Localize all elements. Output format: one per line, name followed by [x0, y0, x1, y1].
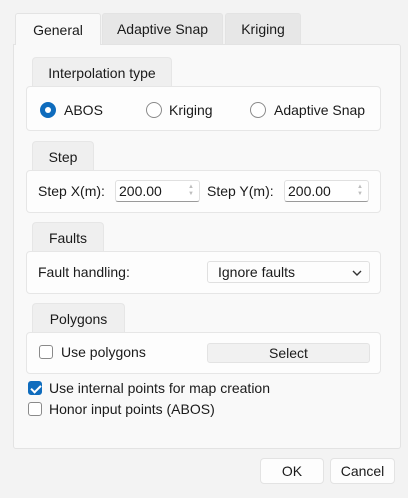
cancel-button[interactable]: Cancel — [330, 458, 395, 484]
fault-handling-value: Ignore faults — [218, 264, 296, 280]
tab-label: Adaptive Snap — [116, 21, 209, 37]
tab-kriging[interactable]: Kriging — [225, 13, 301, 44]
polygons-group-title: Polygons — [49, 311, 108, 327]
adaptive-snap-radio-label[interactable]: Adaptive Snap — [274, 101, 365, 119]
kriging-radio-label[interactable]: Kriging — [169, 101, 213, 119]
step-x-label: Step X(m): — [38, 183, 105, 199]
step-x-value: 200.00 — [119, 183, 162, 199]
chevron-down-icon — [352, 270, 362, 276]
spin-arrows-icon[interactable]: ▲ ▼ — [356, 184, 364, 198]
interpolation-group-title: Interpolation type — [48, 65, 156, 81]
fault-handling-label: Fault handling: — [38, 264, 130, 280]
tab-label: Kriging — [241, 21, 285, 37]
kriging-settings-dialog: General Adaptive Snap Kriging Interpolat… — [0, 0, 408, 498]
honor-points-checkbox[interactable] — [28, 402, 42, 416]
polygons-group-label: Polygons — [32, 303, 125, 334]
step-x-spinbox[interactable]: 200.00 ▲ ▼ — [115, 180, 200, 202]
use-polygons-checkbox[interactable] — [39, 345, 53, 359]
fault-handling-dropdown[interactable]: Ignore faults — [207, 261, 370, 283]
step-y-label: Step Y(m): — [207, 183, 274, 199]
interpolation-group-label: Interpolation type — [32, 57, 172, 88]
select-polygons-button[interactable]: Select — [207, 343, 370, 363]
step-group-title: Step — [48, 149, 78, 165]
internal-points-label[interactable]: Use internal points for map creation — [49, 379, 270, 397]
use-polygons-label[interactable]: Use polygons — [61, 343, 146, 361]
tab-label: General — [33, 21, 83, 38]
kriging-radio[interactable] — [146, 102, 162, 118]
internal-points-checkbox[interactable] — [28, 381, 42, 395]
step-y-spinbox[interactable]: 200.00 ▲ ▼ — [284, 180, 369, 202]
faults-group-label: Faults — [32, 222, 104, 253]
honor-points-label[interactable]: Honor input points (ABOS) — [49, 400, 215, 417]
ok-button[interactable]: OK — [260, 458, 324, 484]
tab-adaptive-snap[interactable]: Adaptive Snap — [102, 13, 223, 44]
abos-radio-label[interactable]: ABOS — [64, 101, 103, 119]
tab-general[interactable]: General — [15, 13, 101, 45]
step-group-label: Step — [32, 141, 94, 172]
ok-button-label: OK — [281, 463, 303, 479]
select-button-label: Select — [269, 345, 308, 361]
abos-radio[interactable] — [40, 102, 56, 118]
spin-arrows-icon[interactable]: ▲ ▼ — [187, 184, 195, 198]
adaptive-snap-radio[interactable] — [250, 102, 266, 118]
step-y-value: 200.00 — [288, 183, 331, 199]
cancel-button-label: Cancel — [340, 463, 385, 479]
faults-group-title: Faults — [48, 230, 88, 246]
